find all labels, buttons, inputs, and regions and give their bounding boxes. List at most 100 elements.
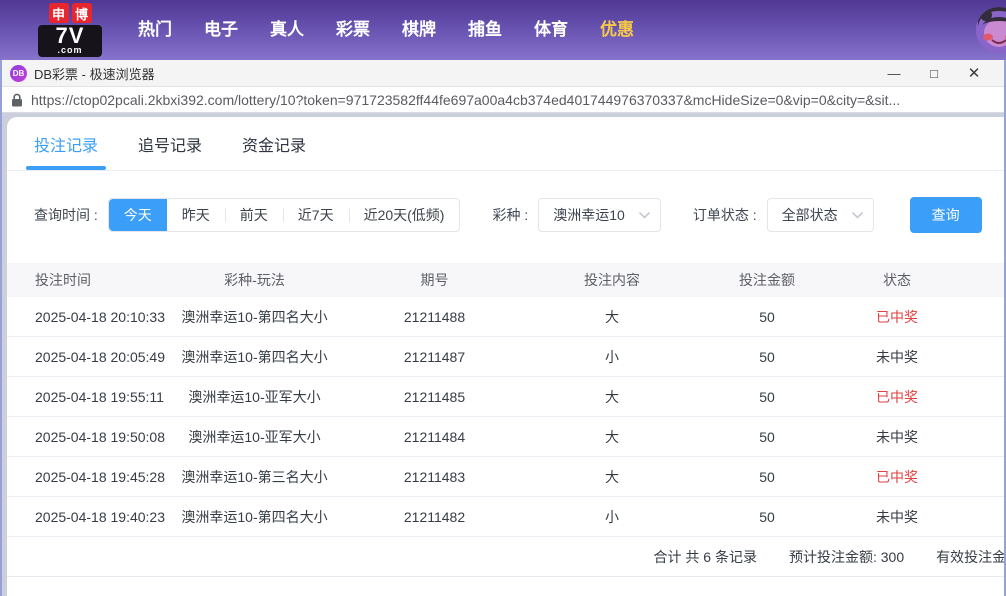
- cell-bet-amount: 50: [697, 389, 837, 405]
- search-button[interactable]: 查询: [910, 197, 982, 233]
- cell-bet-content: 大: [527, 387, 697, 407]
- logo-badge-left: 申: [49, 3, 69, 23]
- cell-bet-time: 2025-04-18 19:40:23: [7, 509, 167, 525]
- record-tabs: 投注记录 追号记录 资金记录: [7, 117, 1004, 171]
- url-text: https://ctop02pcali.2kbxi392.com/lottery…: [31, 92, 900, 108]
- cell-bet-amount: 50: [697, 349, 837, 365]
- cell-issue: 21211482: [342, 509, 527, 525]
- table-row: 2025-04-18 20:05:49 澳洲幸运10-第四名大小 2121148…: [7, 337, 1004, 377]
- record-tab[interactable]: 投注记录: [34, 117, 98, 170]
- nav-item[interactable]: 优惠: [584, 0, 650, 60]
- avatar-image: [976, 7, 1006, 53]
- col-header-bet-content: 投注内容: [527, 270, 697, 290]
- window-controls: — □ ✕: [874, 60, 994, 87]
- col-header-bet-time: 投注时间: [7, 270, 167, 290]
- table-row: 2025-04-18 19:55:11 澳洲幸运10-亚军大小 21211485…: [7, 377, 1004, 417]
- lottery-filter-label: 彩种 :: [492, 205, 528, 225]
- logo-badge-right: 博: [72, 3, 92, 23]
- cell-status: 已中奖: [837, 467, 957, 487]
- cell-bet-content: 小: [527, 347, 697, 367]
- cell-issue: 21211487: [342, 349, 527, 365]
- cell-game-play: 澳洲幸运10-亚军大小: [167, 387, 342, 407]
- cell-issue: 21211483: [342, 469, 527, 485]
- time-range-group: 今天 昨天 前天 近7天 近20天(低频): [108, 198, 461, 232]
- cell-status: 已中奖: [837, 307, 957, 327]
- cell-game-play: 澳洲幸运10-第四名大小: [167, 507, 342, 527]
- cell-bet-amount: 50: [697, 509, 837, 525]
- nav-item[interactable]: 热门: [122, 0, 188, 60]
- filter-bar: 查询时间 : 今天 昨天 前天 近7天 近20天(低频) 彩种 : 澳洲幸运10: [7, 171, 1004, 263]
- maximize-button[interactable]: □: [914, 60, 954, 87]
- record-tab[interactable]: 资金记录: [242, 117, 306, 170]
- browser-urlbar[interactable]: https://ctop02pcali.2kbxi392.com/lottery…: [2, 87, 1004, 113]
- cell-bet-time: 2025-04-18 19:55:11: [7, 389, 167, 405]
- cell-status: 未中奖: [837, 427, 957, 447]
- lottery-record-page: 投注记录 追号记录 资金记录 查询时间 : 今天 昨天 前天 近7天 近20天(…: [7, 117, 1004, 596]
- time-range-option[interactable]: 昨天: [167, 199, 225, 231]
- table-row: 2025-04-18 19:40:23 澳洲幸运10-第四名大小 2121148…: [7, 497, 1004, 537]
- cell-status: 未中奖: [837, 507, 957, 527]
- cell-bet-content: 大: [527, 467, 697, 487]
- record-tab[interactable]: 追号记录: [138, 117, 202, 170]
- cell-bet-amount: 50: [697, 309, 837, 325]
- time-range-option[interactable]: 前天: [225, 199, 283, 231]
- col-header-status: 状态: [837, 270, 957, 290]
- nav-item[interactable]: 真人: [254, 0, 320, 60]
- site-logo[interactable]: 申 博 7V .com: [38, 3, 102, 57]
- lottery-select-value: 澳洲幸运10: [553, 205, 625, 225]
- col-header-bet-amount: 投注金额: [697, 270, 837, 290]
- table-body: 2025-04-18 20:10:33 澳洲幸运10-第四名大小 2121148…: [7, 297, 1004, 537]
- time-range-option[interactable]: 今天: [109, 199, 167, 231]
- cell-bet-content: 大: [527, 307, 697, 327]
- user-avatar[interactable]: [976, 7, 1006, 53]
- close-button[interactable]: ✕: [954, 60, 994, 87]
- nav-item[interactable]: 彩票: [320, 0, 386, 60]
- minimize-button[interactable]: —: [874, 60, 914, 87]
- cell-bet-time: 2025-04-18 19:45:28: [7, 469, 167, 485]
- browser-titlebar: DB DB彩票 - 极速浏览器 — □ ✕: [2, 60, 1004, 87]
- status-filter-label: 订单状态 :: [693, 205, 757, 225]
- cell-bet-amount: 50: [697, 469, 837, 485]
- chevron-down-icon: [639, 212, 650, 219]
- order-status-value: 全部状态: [782, 205, 838, 225]
- order-status-select[interactable]: 全部状态: [767, 198, 874, 232]
- cell-bet-content: 大: [527, 427, 697, 447]
- table-row: 2025-04-18 19:45:28 澳洲幸运10-第三名大小 2121148…: [7, 457, 1004, 497]
- cell-issue: 21211484: [342, 429, 527, 445]
- table-row: 2025-04-18 20:10:33 澳洲幸运10-第四名大小 2121148…: [7, 297, 1004, 337]
- cell-issue: 21211485: [342, 389, 527, 405]
- col-header-issue: 期号: [342, 270, 527, 290]
- logo-main-text: 7V: [42, 26, 98, 46]
- cell-bet-time: 2025-04-18 20:10:33: [7, 309, 167, 325]
- summary-expected-amount: 预计投注金额: 300: [789, 547, 904, 567]
- cell-game-play: 澳洲幸运10-第四名大小: [167, 347, 342, 367]
- browser-window: DB DB彩票 - 极速浏览器 — □ ✕ https://ctop02pcal…: [0, 60, 1006, 596]
- lock-icon: [11, 93, 23, 107]
- cell-bet-content: 小: [527, 507, 697, 527]
- time-filter-label: 查询时间 :: [34, 205, 98, 225]
- site-header: 申 博 7V .com 热门 电子 真人 彩票 棋牌 捕鱼 体育 优惠: [0, 0, 1006, 60]
- window-title: DB彩票 - 极速浏览器: [34, 64, 155, 83]
- browser-tab-icon: DB: [10, 65, 27, 82]
- nav-item[interactable]: 体育: [518, 0, 584, 60]
- chevron-down-icon: [852, 212, 863, 219]
- logo-box: 7V .com: [38, 25, 102, 57]
- cell-bet-time: 2025-04-18 19:50:08: [7, 429, 167, 445]
- cell-game-play: 澳洲幸运10-第三名大小: [167, 467, 342, 487]
- summary-valid-amount: 有效投注金额:: [936, 547, 1004, 567]
- nav-item[interactable]: 电子: [188, 0, 254, 60]
- time-range-option[interactable]: 近7天: [283, 199, 349, 231]
- logo-suffix-text: .com: [42, 46, 98, 54]
- nav-item[interactable]: 棋牌: [386, 0, 452, 60]
- cell-status: 未中奖: [837, 347, 957, 367]
- main-nav: 热门 电子 真人 彩票 棋牌 捕鱼 体育 优惠: [122, 0, 650, 60]
- summary-total-records: 合计 共 6 条记录: [654, 547, 757, 567]
- nav-item[interactable]: 捕鱼: [452, 0, 518, 60]
- table-header: 投注时间 彩种-玩法 期号 投注内容 投注金额 状态: [7, 263, 1004, 297]
- lottery-select[interactable]: 澳洲幸运10: [538, 198, 661, 232]
- cell-game-play: 澳洲幸运10-亚军大小: [167, 427, 342, 447]
- cell-bet-amount: 50: [697, 429, 837, 445]
- cell-status: 已中奖: [837, 387, 957, 407]
- time-range-option[interactable]: 近20天(低频): [349, 199, 460, 231]
- summary-bar: 合计 共 6 条记录 预计投注金额: 300 有效投注金额:: [7, 537, 1004, 577]
